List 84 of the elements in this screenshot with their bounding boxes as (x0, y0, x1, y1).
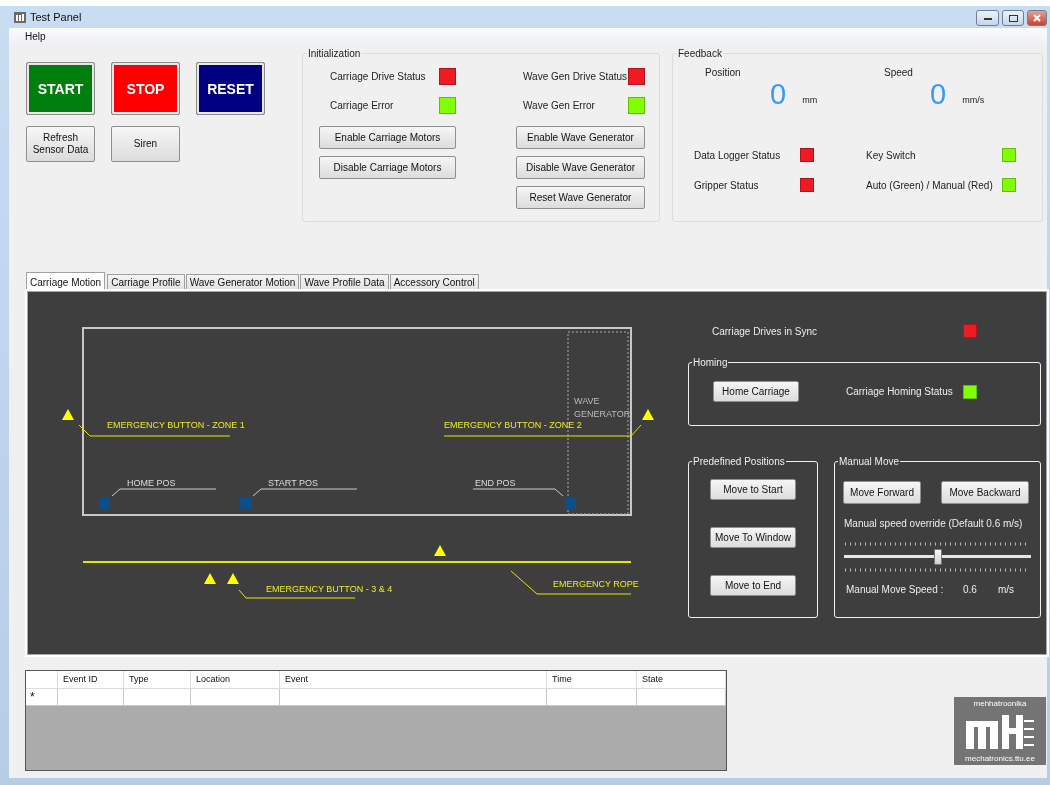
status-label: Wave Gen Error (523, 100, 595, 111)
close-icon (1033, 14, 1041, 22)
corner-header (26, 671, 58, 689)
position-marker (565, 498, 576, 509)
window-title: Test Panel (30, 11, 82, 23)
minimize-button[interactable] (976, 10, 999, 26)
group-title: Predefined Positions (692, 456, 786, 467)
refresh-button[interactable]: Refresh Sensor Data (26, 126, 95, 162)
app-icon (14, 11, 26, 23)
unit-label: mm (802, 95, 818, 105)
status-label: Wave Gen Drive Status (523, 71, 628, 82)
position-marker (240, 498, 251, 509)
command-button[interactable]: Enable Wave Generator (516, 126, 645, 149)
group-title: Feedback (677, 48, 723, 59)
column-header[interactable]: Event (280, 671, 547, 689)
menu-item[interactable]: Help (25, 30, 46, 42)
triangle-marker (434, 545, 446, 556)
diagram-label: HOME POS (127, 478, 176, 488)
status-label: Carriage Homing Status (846, 386, 954, 397)
move-button[interactable]: Move To Window (710, 527, 796, 548)
status-label: Carriage Error (330, 100, 394, 111)
status-label: Auto (Green) / Manual (Red) (866, 179, 993, 191)
reset-button[interactable]: RESET (196, 62, 265, 115)
row-header: * (26, 689, 58, 706)
column-header[interactable]: State (637, 671, 726, 689)
close-button[interactable] (1027, 10, 1047, 26)
table-cell[interactable] (191, 689, 280, 706)
status-label: Data Logger Status (694, 149, 781, 161)
move-button[interactable]: Move Backward (941, 481, 1029, 504)
slider-label: Manual speed override (Default 0.6 m/s) (844, 518, 1024, 529)
table-cell[interactable] (58, 689, 124, 706)
table-cell[interactable] (124, 689, 191, 706)
column-header[interactable]: Location (191, 671, 280, 689)
command-button[interactable]: Enable Carriage Motors (319, 126, 456, 149)
reading-value: 0 (930, 78, 947, 110)
triangle-marker (227, 573, 239, 584)
diagram-label: START POS (268, 478, 318, 488)
status-label: Key Switch (866, 149, 916, 161)
column-header[interactable]: Type (124, 671, 191, 689)
table-cell[interactable] (547, 689, 637, 706)
unit-label: m/s (998, 584, 1016, 595)
status-label: Carriage Drive Status (330, 71, 426, 82)
logo-text: mehhatroonika (973, 699, 1027, 708)
diagram-label: END POS (475, 478, 516, 488)
diagram-label: EMERGENCY ROPE (553, 579, 639, 589)
group-title: Homing (692, 357, 729, 368)
column-header[interactable]: Time (547, 671, 637, 689)
command-button[interactable]: Reset Wave Generator (516, 186, 645, 209)
status-label: Gripper Status (694, 179, 759, 191)
speed-label: Manual Move Speed : (846, 584, 945, 595)
diagram-label: GENERATOR (574, 409, 631, 419)
start-button[interactable]: START (26, 62, 95, 115)
logo-text: mechatronics.ttu.ee (965, 754, 1035, 763)
minimize-icon (983, 16, 992, 20)
group-title: Initialization (307, 48, 362, 59)
unit-label: mm/s (962, 95, 985, 105)
diagram-label: EMERGENCY BUTTON - 3 & 4 (266, 584, 393, 594)
move-button[interactable]: Move to End (710, 575, 796, 596)
speed-value: 0.6 (963, 584, 978, 595)
command-button[interactable]: Disable Wave Generator (516, 156, 645, 179)
home-carriage-button[interactable]: Home Carriage (713, 381, 799, 402)
diagram-label: WAVE (574, 396, 600, 406)
diagram-label: EMERGENCY BUTTON - ZONE 1 (107, 420, 245, 430)
position-marker (99, 498, 110, 509)
maximize-button[interactable] (1002, 10, 1024, 26)
triangle-marker (62, 409, 74, 420)
slider-thumb[interactable] (933, 549, 942, 565)
table-cell[interactable] (637, 689, 726, 706)
reading-value: 0 (770, 78, 787, 110)
command-button[interactable]: Disable Carriage Motors (319, 156, 456, 179)
maximize-icon (1008, 14, 1018, 22)
diagram-label: EMERGENCY BUTTON - ZONE 2 (444, 420, 582, 430)
reading-label: Position (705, 67, 742, 78)
column-header[interactable]: Event ID (58, 671, 124, 689)
move-button[interactable]: Move to Start (710, 479, 796, 500)
group-title: Manual Move (838, 456, 901, 467)
stop-button[interactable]: STOP (111, 62, 180, 115)
table-cell[interactable] (280, 689, 547, 706)
triangle-marker (642, 409, 654, 420)
siren-button[interactable]: Siren (111, 126, 180, 162)
status-label: Carriage Drives in Sync (712, 325, 819, 337)
triangle-marker (204, 573, 216, 584)
move-button[interactable]: Move Forward (843, 481, 921, 504)
reading-label: Speed (884, 67, 914, 78)
